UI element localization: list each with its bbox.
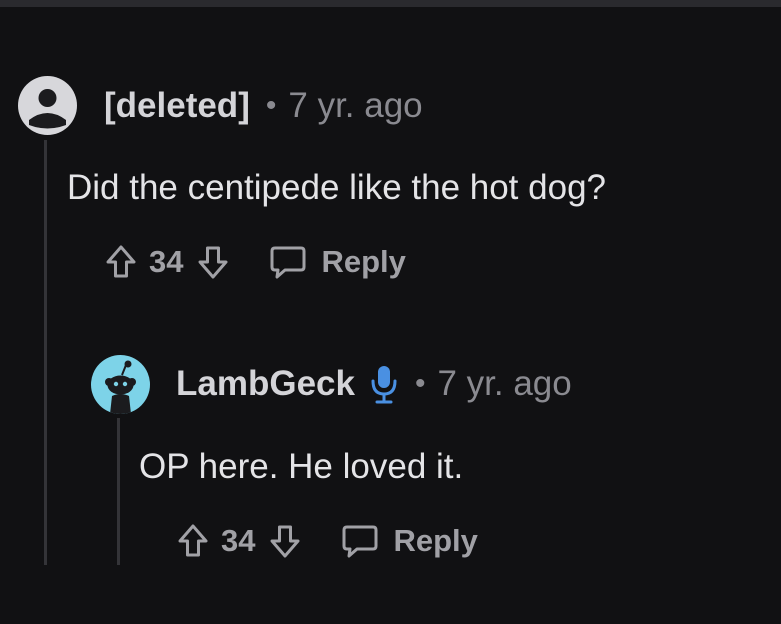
username-link[interactable]: [deleted]: [104, 86, 250, 126]
downvote-icon[interactable]: [197, 244, 229, 280]
vote-score: 34: [149, 244, 184, 279]
top-divider: [0, 0, 781, 7]
thread-line-parent[interactable]: [44, 140, 47, 565]
comment-body: Did the centipede like the hot dog?: [67, 168, 606, 207]
reply-body: OP here. He loved it.: [139, 447, 464, 486]
downvote-icon[interactable]: [269, 523, 301, 559]
default-user-avatar-icon[interactable]: [18, 76, 77, 135]
thread-line-reply[interactable]: [117, 418, 120, 565]
reply-button[interactable]: Reply: [269, 243, 406, 281]
meta-separator: •: [414, 367, 426, 400]
username-link[interactable]: LambGeck: [176, 364, 355, 404]
reply-actions: 34 Reply: [177, 521, 478, 561]
comment-thread: [deleted] • 7 yr. ago Did the centipede …: [0, 0, 781, 624]
reply-meta: LambGeck • 7 yr. ago: [176, 362, 572, 406]
meta-separator: •: [265, 89, 277, 122]
upvote-icon[interactable]: [105, 244, 137, 280]
comment-meta: [deleted] • 7 yr. ago: [104, 84, 423, 128]
timestamp[interactable]: 7 yr. ago: [288, 86, 422, 126]
upvote-icon[interactable]: [177, 523, 209, 559]
reply-label: Reply: [393, 523, 478, 558]
comment-bubble-icon: [341, 522, 379, 560]
reply-button[interactable]: Reply: [341, 522, 478, 560]
comment-bubble-icon: [269, 243, 307, 281]
microphone-icon: [369, 363, 399, 405]
comment-actions: 34 Reply: [105, 242, 406, 282]
reply-label: Reply: [321, 244, 406, 279]
vote-score: 34: [221, 523, 256, 558]
timestamp[interactable]: 7 yr. ago: [437, 364, 571, 404]
snoo-avatar-icon[interactable]: [91, 355, 150, 414]
